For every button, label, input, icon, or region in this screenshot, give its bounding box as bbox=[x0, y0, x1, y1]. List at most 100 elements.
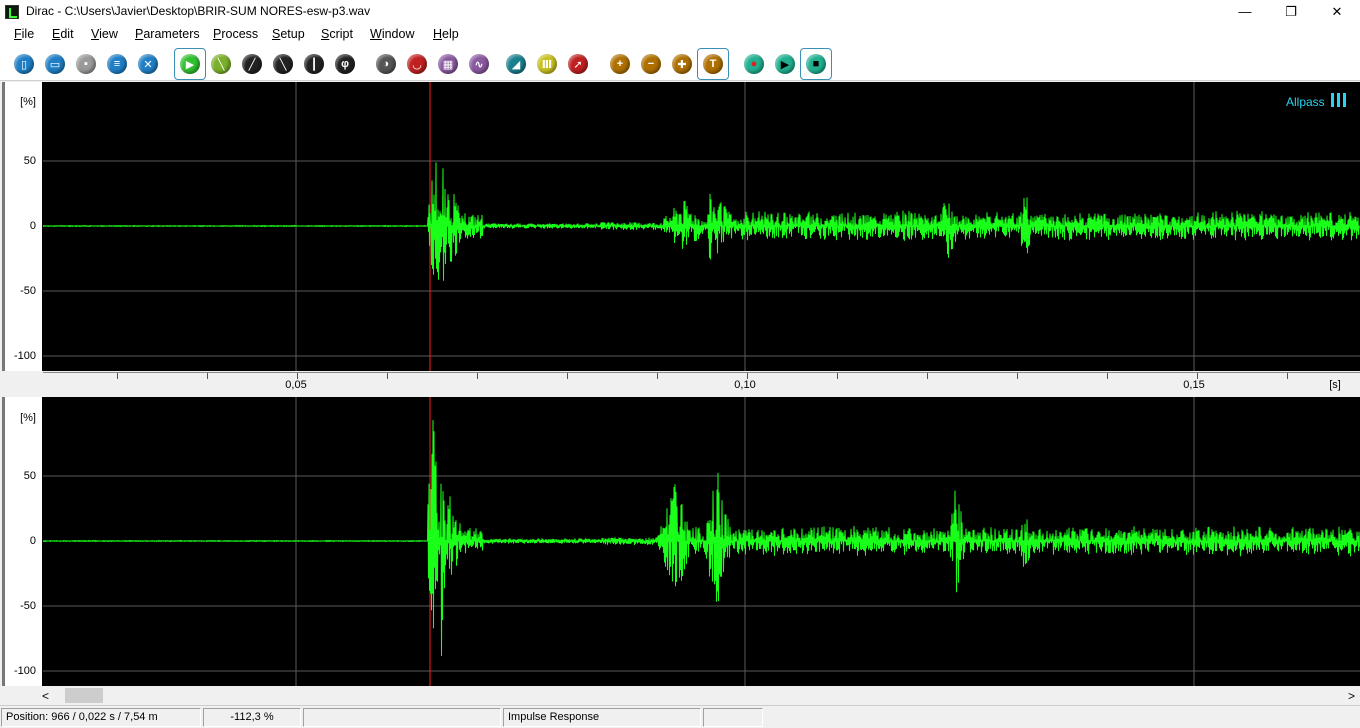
pointer-arrow-button[interactable]: ➚ bbox=[564, 50, 592, 78]
x-tick-mark bbox=[117, 373, 118, 379]
marker-button[interactable]: T bbox=[697, 48, 729, 80]
y-axis-column: [%] 50 0 -50 -100 bbox=[0, 82, 42, 371]
schroeder-view-button[interactable]: ╲ bbox=[269, 50, 297, 78]
spectrum-color-icon: ◑ bbox=[376, 54, 396, 74]
waveform-panel-bottom[interactable]: [%] 50 0 -50 -100 bbox=[0, 397, 1360, 686]
status-position: Position: 966 / 0,022 s / 7,54 m bbox=[1, 708, 201, 727]
status-level: -112,3 % bbox=[203, 708, 301, 727]
zoom-out-button[interactable]: − bbox=[637, 50, 665, 78]
filter-bars-icon bbox=[1331, 93, 1347, 107]
x-tick-mark bbox=[747, 373, 748, 379]
menu-parameters[interactable]: Parameters bbox=[135, 27, 200, 41]
menu-script[interactable]: Script bbox=[321, 27, 353, 41]
print-button[interactable]: ≡ bbox=[103, 50, 131, 78]
x-tick-mark bbox=[297, 373, 298, 379]
frequency-response-button[interactable]: ∿ bbox=[465, 50, 493, 78]
shield-button[interactable]: ◡ bbox=[403, 50, 431, 78]
menu-setup[interactable]: Setup bbox=[272, 27, 305, 41]
record-icon: ● bbox=[744, 54, 764, 74]
close-file-button[interactable]: ✕ bbox=[134, 50, 162, 78]
octave-bands-icon: Ⅲ bbox=[537, 54, 557, 74]
y-tick-label: 0 bbox=[29, 535, 36, 547]
scroll-thumb[interactable] bbox=[65, 688, 103, 703]
time-axis: 0,05 0,10 0,15 [s] bbox=[0, 372, 1360, 394]
print-icon: ≡ bbox=[107, 54, 127, 74]
x-tick-mark bbox=[1287, 373, 1288, 379]
filter-indicator[interactable]: Allpass bbox=[1286, 93, 1346, 109]
phase-view-button[interactable]: φ bbox=[331, 50, 359, 78]
frequency-response-icon: ∿ bbox=[469, 54, 489, 74]
waveform-trace bbox=[43, 162, 1360, 281]
y-axis-column: [%] 50 0 -50 -100 bbox=[0, 397, 42, 686]
menu-view[interactable]: View bbox=[91, 27, 118, 41]
menu-file[interactable]: File bbox=[14, 27, 34, 41]
spectrum-color-button[interactable]: ◑ bbox=[372, 50, 400, 78]
new-file-button[interactable]: ▯ bbox=[10, 50, 38, 78]
menu-edit[interactable]: Edit bbox=[52, 27, 74, 41]
table-grid-button[interactable]: ▦ bbox=[434, 50, 462, 78]
menu-help[interactable]: Help bbox=[433, 27, 459, 41]
impulse-response-view-icon: ▶ bbox=[180, 54, 200, 74]
measure-parameter-button[interactable]: ◢ bbox=[502, 50, 530, 78]
app-icon bbox=[5, 5, 19, 19]
open-file-icon: ▭ bbox=[45, 54, 65, 74]
y-tick-label: 50 bbox=[23, 155, 36, 167]
decay-view-button[interactable]: ╱ bbox=[238, 50, 266, 78]
marker-icon: T bbox=[703, 54, 723, 74]
energy-time-view-icon: ╲ bbox=[211, 54, 231, 74]
status-bar: Position: 966 / 0,022 s / 7,54 m -112,3 … bbox=[0, 705, 1360, 728]
toolbar: ▯ ▭ ▪ ≡ ✕ ▶ ╲ ╱ ╲ ┃ φ ◑ ◡ ▦ ∿ ◢ Ⅲ ➚ + − ✚ T ● ▶ ■ bbox=[0, 46, 1360, 81]
y-unit-label: [%] bbox=[20, 96, 36, 108]
zoom-out-icon: − bbox=[641, 54, 661, 74]
filter-label: Allpass bbox=[1286, 95, 1325, 109]
x-tick-mark bbox=[1107, 373, 1108, 379]
close-button[interactable]: ✕ bbox=[1314, 0, 1360, 23]
record-button[interactable]: ● bbox=[740, 50, 768, 78]
octave-bands-button[interactable]: Ⅲ bbox=[533, 50, 561, 78]
x-unit-label: [s] bbox=[1329, 379, 1341, 391]
save-icon: ▪ bbox=[76, 54, 96, 74]
table-grid-icon: ▦ bbox=[438, 54, 458, 74]
y-tick-label: -100 bbox=[13, 350, 36, 362]
menu-bar: File Edit View Parameters Process Setup Script… bbox=[0, 23, 1360, 46]
time-axis-ruler: 0,05 0,10 0,15 [s] bbox=[43, 372, 1360, 394]
x-tick-mark bbox=[927, 373, 928, 379]
open-file-button[interactable]: ▭ bbox=[41, 50, 69, 78]
status-empty bbox=[303, 708, 501, 727]
play-button[interactable]: ▶ bbox=[771, 50, 799, 78]
minimize-button[interactable]: — bbox=[1222, 0, 1268, 23]
restore-button[interactable]: ❐ bbox=[1268, 0, 1314, 23]
x-tick-label: 0,10 bbox=[734, 379, 756, 391]
scroll-left-arrow[interactable]: < bbox=[42, 689, 49, 703]
energy-time-view-button[interactable]: ╲ bbox=[207, 50, 235, 78]
menu-window[interactable]: Window bbox=[370, 27, 414, 41]
waveform-plot-bottom[interactable] bbox=[43, 397, 1360, 686]
x-tick-mark bbox=[207, 373, 208, 379]
filter-bank-view-button[interactable]: ┃ bbox=[300, 50, 328, 78]
x-tick-mark bbox=[477, 373, 478, 379]
x-tick-label: 0,05 bbox=[285, 379, 307, 391]
waveform-panel-top[interactable]: [%] 50 0 -50 -100 Allpass bbox=[0, 82, 1360, 371]
schroeder-view-icon: ╲ bbox=[273, 54, 293, 74]
x-tick-mark bbox=[387, 373, 388, 379]
scroll-right-arrow[interactable]: > bbox=[1348, 689, 1355, 703]
y-unit-label: [%] bbox=[20, 412, 36, 424]
phase-view-icon: φ bbox=[335, 54, 355, 74]
y-tick-label: -100 bbox=[13, 665, 36, 677]
shield-icon: ◡ bbox=[407, 54, 427, 74]
stop-icon: ■ bbox=[806, 54, 826, 74]
stop-button[interactable]: ■ bbox=[800, 48, 832, 80]
zoom-fit-button[interactable]: ✚ bbox=[668, 50, 696, 78]
y-axis-strip: [%] 50 0 -50 -100 bbox=[2, 82, 42, 371]
x-tick-mark bbox=[567, 373, 568, 379]
save-button[interactable]: ▪ bbox=[72, 50, 100, 78]
zoom-in-button[interactable]: + bbox=[606, 50, 634, 78]
impulse-response-view-button[interactable]: ▶ bbox=[174, 48, 206, 80]
y-tick-label: -50 bbox=[20, 600, 36, 612]
window-title: Dirac - C:\Users\Javier\Desktop\BRIR-SUM… bbox=[26, 4, 371, 18]
horizontal-scrollbar[interactable]: < > bbox=[0, 686, 1360, 705]
y-tick-label: 0 bbox=[29, 220, 36, 232]
waveform-plot-top[interactable] bbox=[43, 82, 1360, 371]
x-tick-mark bbox=[657, 373, 658, 379]
menu-process[interactable]: Process bbox=[213, 27, 258, 41]
